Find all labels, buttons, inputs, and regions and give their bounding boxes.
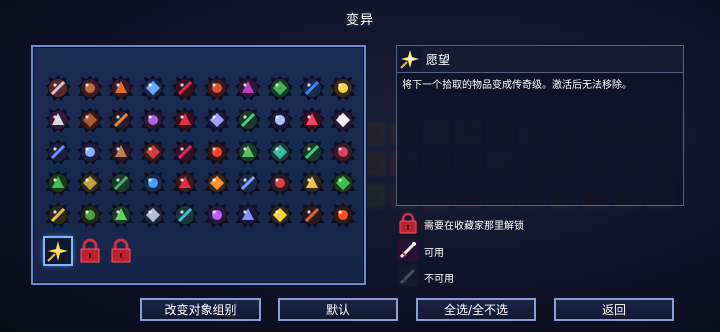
shield-mutation-icon[interactable] bbox=[298, 75, 325, 101]
change-group-button[interactable]: 改变对象组别 bbox=[140, 298, 261, 321]
star-mutation-icon[interactable] bbox=[171, 106, 198, 133]
ghost-mutation-icon[interactable] bbox=[140, 202, 167, 229]
skull-mutation-icon[interactable] bbox=[330, 106, 357, 133]
gear-mutation-icon[interactable] bbox=[108, 106, 135, 133]
crown-mutation-icon[interactable] bbox=[171, 202, 198, 229]
mutation-name: 愿望 bbox=[426, 53, 451, 67]
axe-mutation-icon[interactable] bbox=[140, 106, 167, 133]
dagger-mutation-icon[interactable] bbox=[45, 75, 71, 101]
orb-mutation-icon[interactable] bbox=[266, 75, 293, 101]
default-button[interactable]: 默认 bbox=[278, 298, 398, 321]
fist-mutation-icon[interactable] bbox=[45, 106, 71, 133]
gem-mutation-icon[interactable] bbox=[298, 138, 325, 165]
legend-unavailable-label: 不可用 bbox=[424, 274, 454, 285]
legend-locked-label: 需要在收藏家那里解锁 bbox=[424, 221, 524, 232]
flame-axe-mutation-icon[interactable] bbox=[108, 75, 135, 101]
vine-mutation-icon[interactable] bbox=[76, 202, 103, 229]
skull-2-mutation-icon[interactable] bbox=[235, 138, 262, 165]
boots-mutation-icon[interactable] bbox=[298, 170, 325, 197]
wish-icon bbox=[398, 47, 422, 71]
tower-mutation-icon[interactable] bbox=[235, 170, 262, 197]
lock-icon bbox=[397, 212, 419, 234]
bone-mutation-icon[interactable] bbox=[298, 202, 325, 229]
ring-mutation-icon[interactable] bbox=[330, 170, 357, 197]
grenade-mutation-icon[interactable] bbox=[76, 138, 103, 165]
rune-mutation-icon[interactable] bbox=[171, 75, 198, 101]
heart-mutation-icon[interactable] bbox=[330, 138, 357, 165]
legend-available: 可用 bbox=[397, 239, 687, 261]
wings-mutation-icon[interactable] bbox=[266, 106, 293, 133]
mutation-grid-panel bbox=[31, 45, 366, 285]
bow-mutation-icon[interactable] bbox=[235, 75, 262, 101]
legend-locked: 需要在收藏家那里解锁 bbox=[397, 212, 687, 234]
locked-mutation-icon[interactable] bbox=[77, 238, 103, 264]
legend-available-label: 可用 bbox=[424, 248, 444, 259]
mutation-grid bbox=[33, 47, 364, 283]
hook-mutation-icon[interactable] bbox=[108, 170, 135, 197]
mutation-info-panel: 愿望 将下一个拾取的物品变成传奇级。激活后无法移除。 bbox=[396, 45, 684, 206]
drop-mutation-icon[interactable] bbox=[171, 170, 198, 197]
chevrons-mutation-icon[interactable] bbox=[203, 170, 230, 197]
flask-mutation-icon[interactable] bbox=[235, 106, 262, 133]
amulet-mutation-icon[interactable] bbox=[203, 202, 230, 229]
unavailable-mutation-icon bbox=[397, 265, 419, 287]
back-button[interactable]: 返回 bbox=[554, 298, 674, 321]
flame-mutation-icon[interactable] bbox=[171, 138, 198, 165]
page-title: 变异 bbox=[345, 13, 374, 28]
mutation-description: 将下一个拾取的物品变成传奇级。激活后无法移除。 bbox=[402, 80, 632, 91]
target-mutation-icon[interactable] bbox=[298, 106, 325, 133]
spear-mutation-icon[interactable] bbox=[108, 138, 135, 165]
select-all-button[interactable]: 全选/全不选 bbox=[416, 298, 536, 321]
mutation-screen: 变异 愿望 将下一个拾取的物品变成传奇级。激活后无法移除。 需要在收藏家那里解锁… bbox=[0, 0, 720, 332]
cauldron-mutation-icon[interactable] bbox=[140, 170, 167, 197]
poison-mutation-icon[interactable] bbox=[266, 170, 293, 197]
blade-mutation-icon[interactable] bbox=[45, 138, 71, 165]
available-mutation-icon bbox=[397, 239, 419, 261]
mutation-info-header: 愿望 bbox=[397, 46, 683, 73]
potion-mutation-icon[interactable] bbox=[203, 75, 230, 101]
locked-mutation-icon[interactable] bbox=[108, 238, 134, 264]
eye-mutation-icon[interactable] bbox=[203, 138, 230, 165]
tome-mutation-icon[interactable] bbox=[266, 138, 293, 165]
crossbow-mutation-icon[interactable] bbox=[76, 106, 103, 133]
pickaxe-mutation-icon[interactable] bbox=[76, 75, 103, 101]
bolt-mutation-icon[interactable] bbox=[330, 75, 357, 101]
legend-unavailable: 不可用 bbox=[397, 265, 687, 287]
hammer-mutation-icon[interactable] bbox=[235, 202, 262, 229]
sun-mutation-icon[interactable] bbox=[266, 202, 293, 229]
wish-mutation-icon[interactable] bbox=[43, 236, 73, 266]
sword-x-mutation-icon[interactable] bbox=[140, 75, 167, 101]
face-mutation-icon[interactable] bbox=[108, 202, 135, 229]
mask-mutation-icon[interactable] bbox=[140, 138, 167, 165]
claw-mutation-icon[interactable] bbox=[203, 106, 230, 133]
bomb-mutation-icon[interactable] bbox=[45, 170, 71, 197]
flame-2-mutation-icon[interactable] bbox=[330, 202, 357, 229]
arrows-mutation-icon[interactable] bbox=[45, 202, 71, 229]
knife-mutation-icon[interactable] bbox=[76, 170, 103, 197]
